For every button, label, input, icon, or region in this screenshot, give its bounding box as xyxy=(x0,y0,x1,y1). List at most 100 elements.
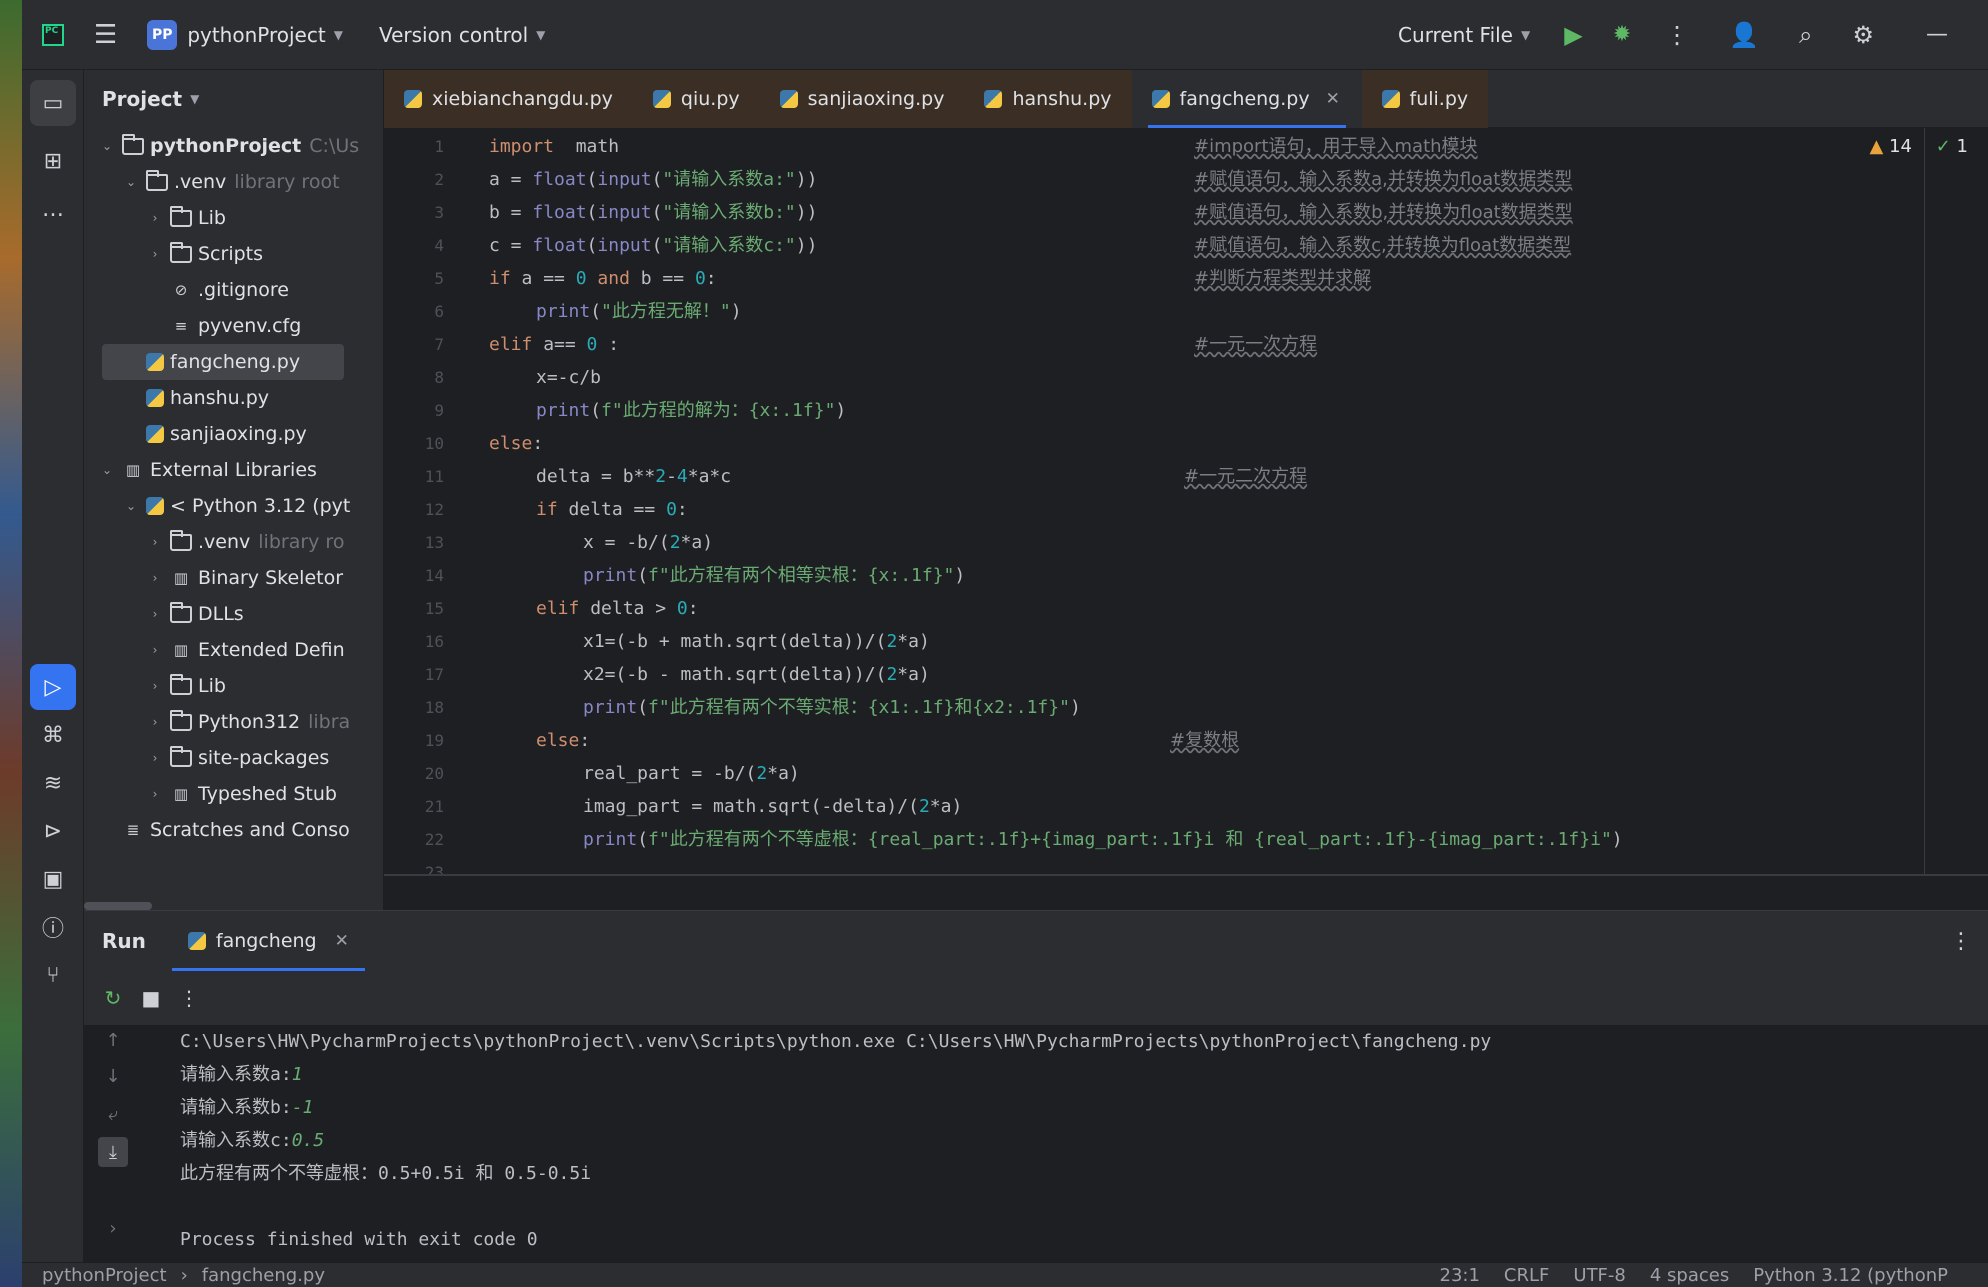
tree-item[interactable]: ≣ Scratches and Conso xyxy=(84,812,383,848)
problems-icon[interactable]: ⓘ xyxy=(30,904,76,950)
close-icon[interactable]: ✕ xyxy=(335,931,349,951)
tree-item[interactable]: › site-packages xyxy=(84,740,383,776)
console-output[interactable]: C:\Users\HW\PycharmProjects\pythonProjec… xyxy=(180,1025,1960,1263)
chevron-down-icon[interactable]: ⌄ xyxy=(98,139,116,153)
tree-item[interactable]: › .venv library ro xyxy=(84,524,383,560)
breadcrumb-file[interactable]: fangcheng.py xyxy=(202,1265,325,1286)
run-config-selector[interactable]: Current File xyxy=(1398,23,1513,47)
editor-tab[interactable]: hanshu.py xyxy=(964,70,1132,128)
soft-wrap-icon[interactable]: ⤶ xyxy=(98,1099,128,1129)
project-panel-header[interactable]: Project ▼ xyxy=(84,70,383,128)
run-tab-fangcheng[interactable]: fangcheng ✕ xyxy=(171,911,365,971)
tree-item[interactable]: ⌄ ▥ External Libraries xyxy=(84,452,383,488)
more-tools-icon[interactable]: … xyxy=(30,186,76,232)
more-actions-icon[interactable]: ⋮ xyxy=(1665,21,1689,49)
chevron-down-icon[interactable]: ⌄ xyxy=(122,175,140,189)
code-line[interactable]: if a == 0 and b == 0: xyxy=(489,262,717,295)
chevron-down-icon[interactable]: ⌄ xyxy=(122,499,140,513)
chevron-right-icon[interactable]: › xyxy=(146,571,164,585)
tree-item[interactable]: › DLLs xyxy=(84,596,383,632)
editor-tab[interactable]: fuli.py xyxy=(1361,70,1489,128)
main-menu-icon[interactable]: ☰ xyxy=(94,20,117,50)
python-console-icon[interactable]: ⌘ xyxy=(30,712,76,758)
code-line[interactable]: x=-c/b xyxy=(536,361,601,394)
settings-gear-icon[interactable]: ⚙ xyxy=(1852,21,1874,49)
indent-setting[interactable]: 4 spaces xyxy=(1650,1265,1729,1286)
tree-item[interactable]: ⌄ < Python 3.12 (pyt xyxy=(84,488,383,524)
code-line[interactable]: if delta == 0: xyxy=(536,493,688,526)
file-encoding[interactable]: UTF-8 xyxy=(1573,1265,1625,1286)
stop-icon[interactable]: ■ xyxy=(136,986,166,1010)
code-line[interactable]: b = float(input("请输入系数b:")) xyxy=(489,196,817,229)
debug-icon[interactable]: ✹ xyxy=(1613,22,1631,47)
tree-item[interactable]: sanjiaoxing.py xyxy=(84,416,383,452)
chevron-right-icon[interactable]: › xyxy=(146,247,164,261)
editor-tab[interactable]: xiebianchangdu.py xyxy=(384,70,633,128)
interpreter-selector[interactable]: Python 3.12 (pythonP xyxy=(1753,1265,1948,1286)
code-line[interactable]: x1=(-b + math.sqrt(delta))/(2*a) xyxy=(583,625,930,658)
scroll-up-icon[interactable]: ↑ xyxy=(98,1025,128,1055)
tree-item[interactable]: › ▥ Binary Skeletor xyxy=(84,560,383,596)
add-user-icon[interactable]: 👤 xyxy=(1729,21,1759,49)
expand-icon[interactable]: › xyxy=(98,1213,128,1243)
tree-item[interactable]: ⌄ .venv library root xyxy=(84,164,383,200)
code-line[interactable]: c = float(input("请输入系数c:")) xyxy=(489,229,817,262)
editor-horizontal-scrollbar[interactable] xyxy=(384,874,1988,876)
chevron-right-icon[interactable]: › xyxy=(146,607,164,621)
tree-item[interactable]: › Lib xyxy=(84,200,383,236)
inspection-widget[interactable]: ▲ 14 ✓ 1 xyxy=(1870,136,1969,157)
chevron-right-icon[interactable]: › xyxy=(146,643,164,657)
chevron-down-icon[interactable]: ▼ xyxy=(536,28,545,42)
tree-item[interactable]: › ▥ Typeshed Stub xyxy=(84,776,383,812)
chevron-right-icon[interactable]: › xyxy=(146,679,164,693)
editor-tab[interactable]: sanjiaoxing.py xyxy=(759,70,965,128)
tree-item[interactable]: › Python312 libra xyxy=(84,704,383,740)
scroll-down-icon[interactable]: ↓ xyxy=(98,1061,128,1091)
code-line[interactable]: print(f"此方程有两个相等实根：{x:.1f}") xyxy=(583,559,965,592)
chevron-right-icon[interactable]: › xyxy=(146,535,164,549)
chevron-right-icon[interactable]: › xyxy=(146,211,164,225)
editor-tab[interactable]: fangcheng.py ✕ xyxy=(1131,70,1362,128)
tree-item[interactable]: › Scripts xyxy=(84,236,383,272)
code-line[interactable]: elif delta > 0: xyxy=(536,592,699,625)
project-badge[interactable]: PP xyxy=(147,19,178,50)
tree-item[interactable]: ⌄ pythonProject C:\Us xyxy=(84,128,383,164)
tree-item[interactable]: hanshu.py xyxy=(84,380,383,416)
tree-item[interactable]: › ▥ Extended Defin xyxy=(84,632,383,668)
chevron-down-icon[interactable]: ⌄ xyxy=(98,463,116,477)
version-control-menu[interactable]: Version control xyxy=(379,23,528,47)
more-icon[interactable]: ⋮ xyxy=(174,986,204,1010)
tree-item[interactable]: › Lib xyxy=(84,668,383,704)
chevron-down-icon[interactable]: ▼ xyxy=(334,28,343,42)
project-tool-folder-icon[interactable]: ▭ xyxy=(30,80,76,126)
close-icon[interactable]: ✕ xyxy=(1326,89,1340,109)
project-selector[interactable]: pythonProject xyxy=(187,23,325,47)
line-separator[interactable]: CRLF xyxy=(1504,1265,1549,1286)
git-branch-icon[interactable]: ⑂ xyxy=(30,952,76,998)
run-tool-icon[interactable]: ▷ xyxy=(30,664,76,710)
chevron-down-icon[interactable]: ▼ xyxy=(1521,28,1530,42)
search-icon[interactable]: ⌕ xyxy=(1799,21,1812,49)
code-line[interactable]: print("此方程无解！") xyxy=(536,295,742,328)
code-line[interactable]: else: xyxy=(536,724,590,757)
more-options-icon[interactable]: ⋮ xyxy=(1950,929,1972,954)
code-line[interactable]: a = float(input("请输入系数a:")) xyxy=(489,163,817,196)
code-line[interactable]: print(f"此方程的解为：{x:.1f}") xyxy=(536,394,846,427)
code-line[interactable]: else: xyxy=(489,427,543,460)
code-line[interactable]: imag_part = math.sqrt(-delta)/(2*a) xyxy=(583,790,962,823)
editor-tab[interactable]: qiu.py xyxy=(632,70,760,128)
chevron-right-icon[interactable]: › xyxy=(146,787,164,801)
code-line[interactable]: elif a== 0 : xyxy=(489,328,619,361)
caret-position[interactable]: 23:1 xyxy=(1440,1265,1480,1286)
tree-item[interactable]: ⊘ .gitignore xyxy=(84,272,383,308)
run-icon[interactable]: ▶ xyxy=(1564,21,1582,49)
code-line[interactable]: import math xyxy=(489,130,619,163)
breadcrumb-project[interactable]: pythonProject xyxy=(42,1265,167,1286)
horizontal-scrollbar[interactable] xyxy=(84,902,152,910)
code-editor[interactable]: 1 2 3 4 5 6 7 8 9 10 11 12 13 14 15 16 17 18 19 20 21 22 23 im… xyxy=(384,128,1988,876)
code-line[interactable]: x = -b/(2*a) xyxy=(583,526,713,559)
scroll-to-end-icon[interactable]: ⤓ xyxy=(98,1137,128,1167)
chevron-right-icon[interactable]: › xyxy=(146,751,164,765)
chevron-down-icon[interactable]: ▼ xyxy=(190,92,199,106)
code-line[interactable]: print(f"此方程有两个不等虚根：{real_part:.1f}+{imag… xyxy=(583,823,1623,856)
